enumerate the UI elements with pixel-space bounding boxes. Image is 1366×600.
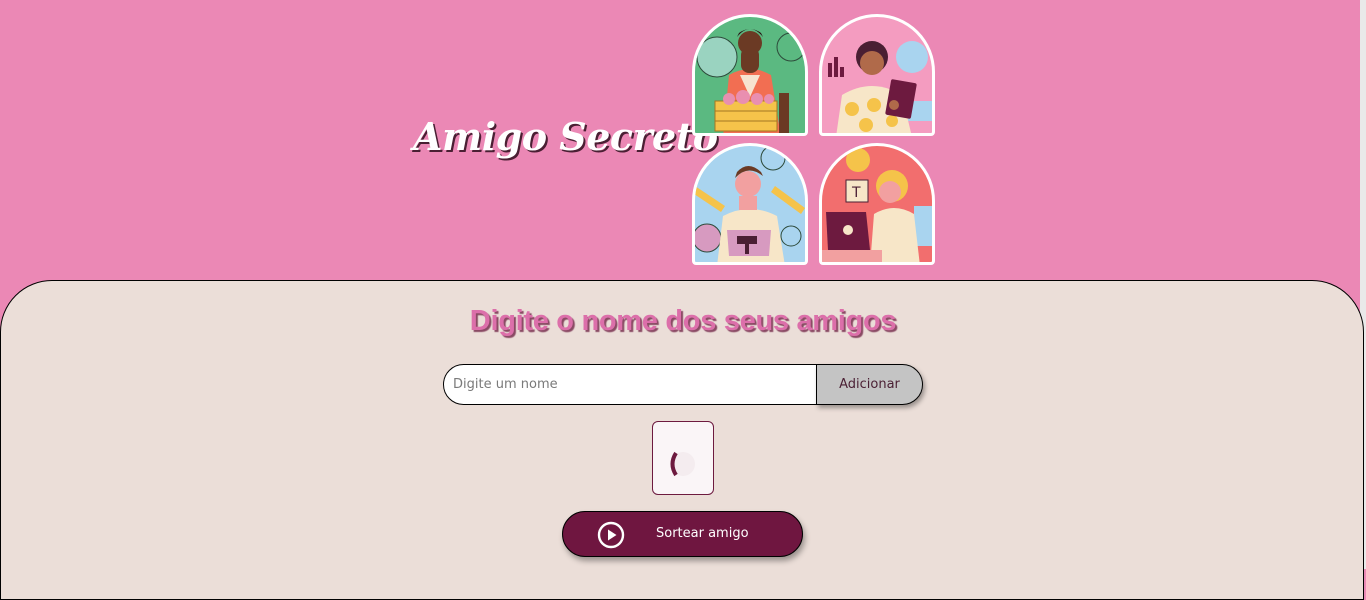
gardener-illustration	[692, 14, 808, 136]
header-banner: Amigo Secreto T	[0, 0, 1360, 280]
designer-illustration: T	[819, 143, 935, 265]
add-button[interactable]: Adicionar	[816, 364, 923, 405]
section-heading: Digite o nome dos seus amigos	[469, 305, 897, 337]
loading-indicator-icon	[668, 451, 698, 477]
analyst-illustration	[819, 14, 935, 136]
friend-name-input[interactable]	[443, 364, 817, 405]
builder-illustration	[692, 143, 808, 265]
draw-friend-button[interactable]: Sortear amigo	[562, 511, 803, 557]
person-with-plant-box-icon	[696, 29, 805, 133]
add-friend-form: Adicionar	[443, 364, 923, 405]
person-with-laptop-icon: T	[822, 148, 932, 262]
friends-list	[652, 421, 714, 495]
person-with-tablet-icon	[828, 41, 932, 133]
draw-friend-label: Sortear amigo	[656, 526, 749, 541]
svg-text:T: T	[851, 185, 861, 201]
play-circle-icon	[597, 521, 625, 549]
person-with-hammer-icon	[695, 146, 805, 262]
app-title: Amigo Secreto	[413, 114, 718, 159]
